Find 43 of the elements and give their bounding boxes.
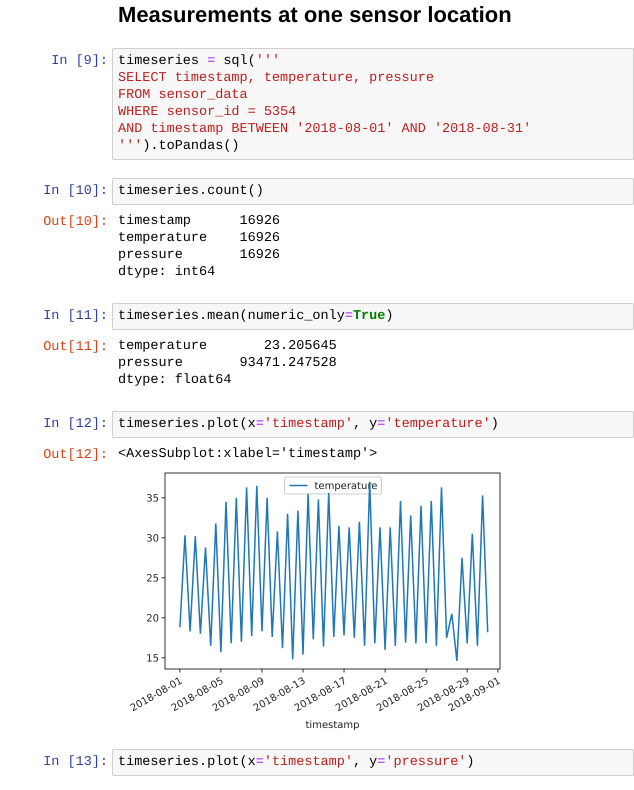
y-tick: 15 <box>146 653 166 664</box>
code-cell[interactable]: timeseries.plot(x='timestamp', y='pressure') <box>112 749 634 776</box>
y-tick-label: 15 <box>146 653 159 664</box>
code-line: timeseries = sql(''' <box>118 53 282 70</box>
code-cell[interactable]: timeseries.mean(numeric_only=True) <box>112 303 634 330</box>
code-line: timeseries.plot(x='timestamp', y='temperature') <box>118 416 500 433</box>
output-line: dtype: int64 <box>118 264 216 281</box>
y-tick: 35 <box>146 493 166 504</box>
code-cell[interactable]: timeseries = sql(''' SELECT timestamp, temperature, pressure FROM sensor_data WHERE sensor_id = 5354 AND timestamp BETWEEN '2018-08-01' AND '2018-08-31' ''').toPandas() <box>112 48 634 160</box>
y-tick-label: 35 <box>146 493 159 504</box>
input-prompt: In [10]: <box>43 183 108 200</box>
y-tick-label: 25 <box>146 573 159 584</box>
code-line: WHERE sensor_id = 5354 <box>118 104 298 121</box>
output-line: temperature 23.205645 <box>118 338 338 355</box>
output-line: <AxesSubplot:xlabel='timestamp'> <box>118 446 378 463</box>
output-line: pressure 16926 <box>118 247 282 264</box>
y-tick: 20 <box>146 613 166 624</box>
output-line: pressure 93471.247528 <box>118 355 338 372</box>
code-line: AND timestamp BETWEEN '2018-08-01' AND '2018-08-31' <box>118 121 532 138</box>
y-tick: 30 <box>146 533 166 544</box>
output-line: temperature 16926 <box>118 230 282 247</box>
y-tick-label: 30 <box>146 533 159 544</box>
input-prompt: In [9]: <box>51 53 108 70</box>
input-prompt: In [11]: <box>43 308 108 325</box>
y-tick: 25 <box>146 573 166 584</box>
output-line: timestamp 16926 <box>118 213 282 230</box>
output-line: dtype: float64 <box>118 372 232 389</box>
code-line: FROM sensor_data <box>118 87 249 104</box>
input-prompt: In [12]: <box>43 416 108 433</box>
code-cell[interactable]: timeseries.count() <box>112 178 634 205</box>
output-prompt: Out[12]: <box>43 447 108 464</box>
input-prompt: In [13]: <box>43 754 108 771</box>
code-line: SELECT timestamp, temperature, pressure <box>118 70 435 87</box>
code-line: ''').toPandas() <box>118 138 241 155</box>
y-tick-label: 20 <box>146 613 159 624</box>
notebook-heading: Measurements at one sensor location <box>117 1 513 29</box>
output-prompt: Out[11]: <box>43 339 108 356</box>
code-line: timeseries.count() <box>118 183 265 200</box>
code-line: timeseries.plot(x='timestamp', y='pressure') <box>118 754 476 771</box>
code-cell[interactable]: timeseries.plot(x='timestamp', y='temperature') <box>112 411 634 438</box>
output-prompt: Out[10]: <box>43 214 108 231</box>
code-line: timeseries.mean(numeric_only=True) <box>118 308 394 325</box>
x-axis-label: timestamp <box>306 720 360 731</box>
